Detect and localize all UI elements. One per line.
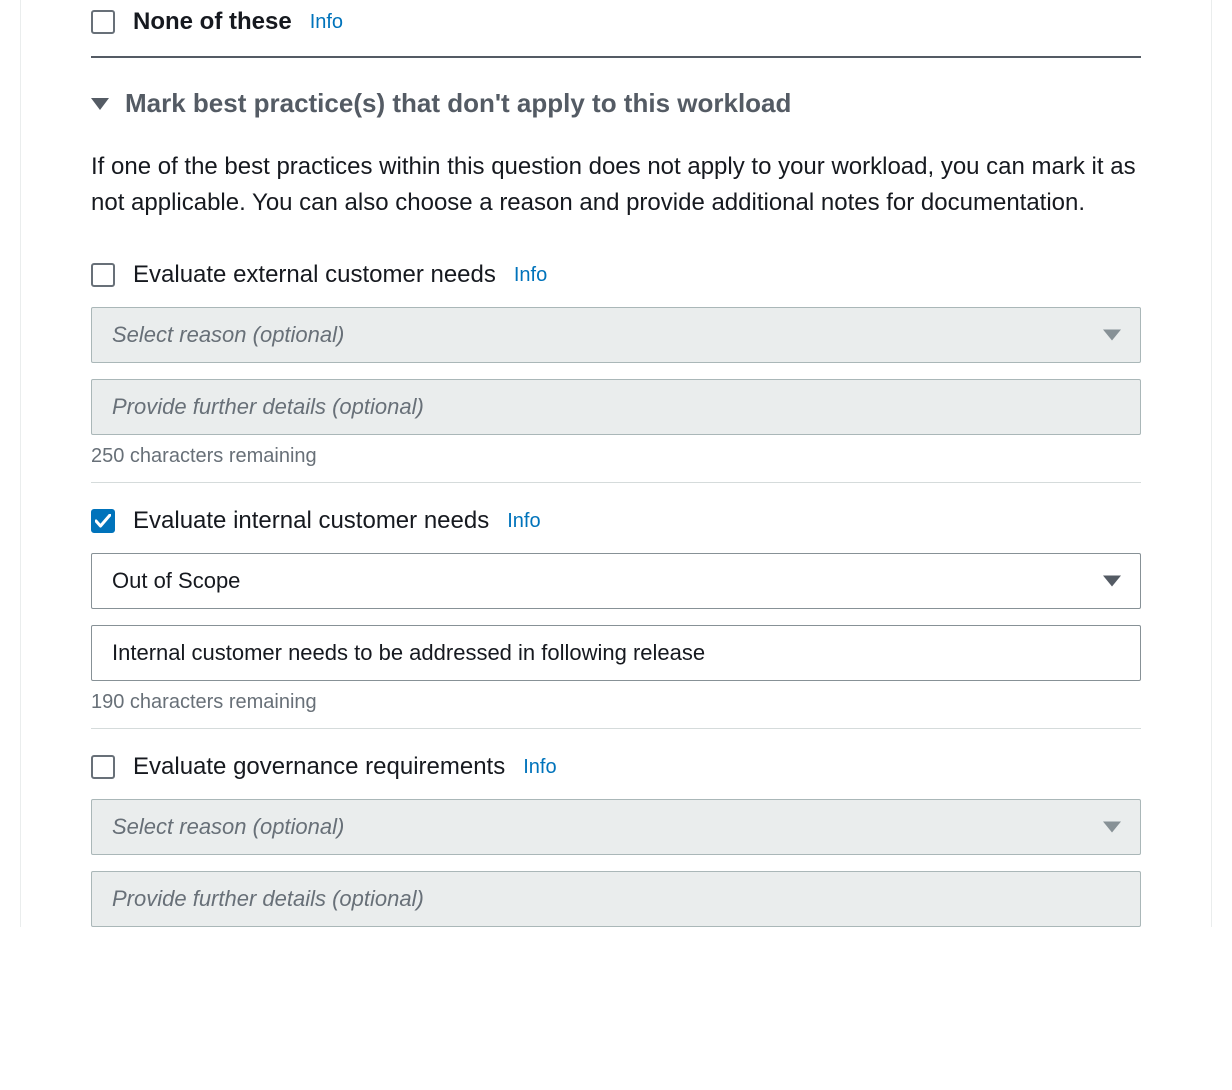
bp-internal-checkbox[interactable] — [91, 509, 115, 533]
bp-governance-details-input[interactable]: Provide further details (optional) — [91, 871, 1141, 927]
bp-external-reason-select[interactable]: Select reason (optional) — [91, 307, 1141, 363]
bp-divider — [91, 728, 1141, 729]
chevron-down-icon — [1103, 576, 1121, 587]
bp-internal-char-count: 190 characters remaining — [91, 691, 1141, 714]
chevron-down-icon — [1103, 822, 1121, 833]
none-of-these-checkbox[interactable] — [91, 10, 115, 34]
none-of-these-info-link[interactable]: Info — [310, 11, 343, 34]
bp-external-details-input[interactable]: Provide further details (optional) — [91, 379, 1141, 435]
bp-external-checkbox[interactable] — [91, 263, 115, 287]
section-divider — [91, 56, 1141, 58]
mark-na-title: Mark best practice(s) that don't apply t… — [125, 88, 791, 119]
bp-governance-label: Evaluate governance requirements — [133, 753, 505, 781]
bp-internal-details-input[interactable]: Internal customer needs to be addressed … — [91, 625, 1141, 681]
none-of-these-label: None of these — [133, 8, 292, 36]
caret-down-icon — [91, 98, 109, 110]
chevron-down-icon — [1103, 330, 1121, 341]
bp-external-label: Evaluate external customer needs — [133, 261, 496, 289]
bp-governance-checkbox[interactable] — [91, 755, 115, 779]
mark-na-description: If one of the best practices within this… — [91, 149, 1141, 221]
bp-external-char-count: 250 characters remaining — [91, 445, 1141, 468]
bp-divider — [91, 482, 1141, 483]
bp-internal-label: Evaluate internal customer needs — [133, 507, 489, 535]
bp-internal-info-link[interactable]: Info — [507, 510, 540, 533]
bp-external-info-link[interactable]: Info — [514, 264, 547, 287]
bp-internal-reason-select[interactable]: Out of Scope — [91, 553, 1141, 609]
mark-na-expand-header[interactable]: Mark best practice(s) that don't apply t… — [91, 88, 1141, 119]
bp-governance-reason-select[interactable]: Select reason (optional) — [91, 799, 1141, 855]
bp-governance-info-link[interactable]: Info — [523, 756, 556, 779]
